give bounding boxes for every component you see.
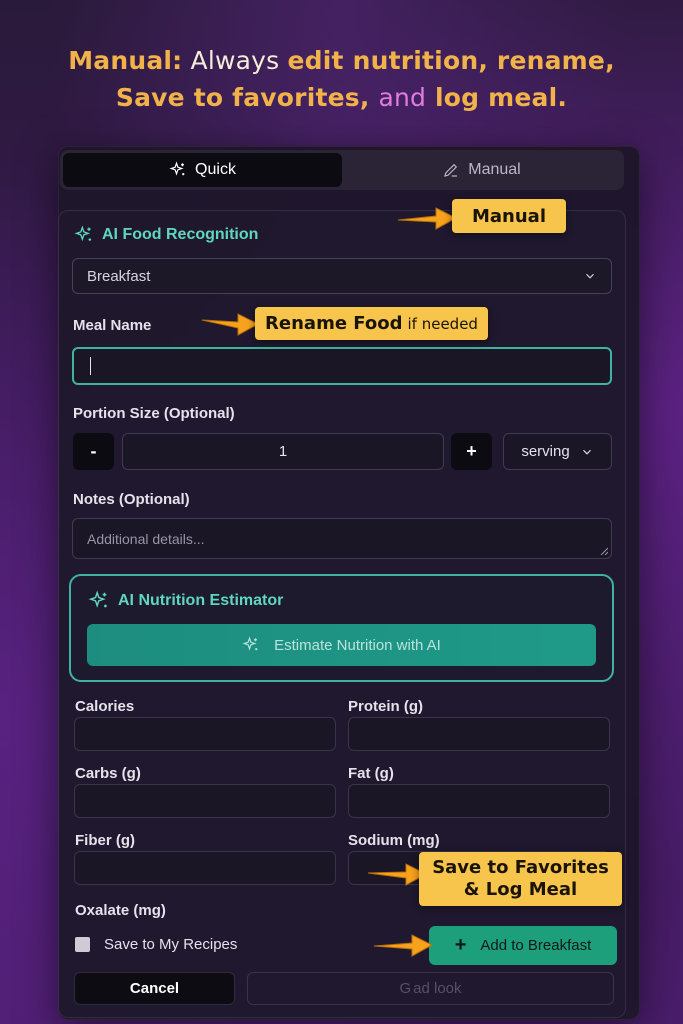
portion-increment-button[interactable]: +	[451, 433, 492, 470]
meal-name-input[interactable]	[72, 347, 612, 385]
headline-and: and	[378, 83, 427, 112]
headline-save: Save to favorites,	[115, 83, 379, 112]
sparkle-icon	[242, 636, 258, 651]
disabled-action-button[interactable]: G ad look	[247, 972, 614, 1005]
tab-manual-label: Manual	[468, 161, 521, 178]
callout-save-line-1: Save to Favorites	[432, 857, 609, 878]
headline-line-2: Save to favorites, and log meal.	[0, 79, 683, 116]
callout-save-log: Save to Favorites & Log Meal	[419, 852, 622, 906]
sparkle-icon	[74, 225, 92, 242]
callout-manual: Manual	[452, 199, 566, 233]
headline-log: log meal.	[426, 83, 568, 112]
portion-decrement-button[interactable]: -	[73, 433, 114, 470]
callout-save-line-2: & Log Meal	[463, 879, 578, 900]
portion-input[interactable]: 1	[122, 433, 444, 470]
carbs-input[interactable]	[74, 784, 336, 818]
fiber-input[interactable]	[74, 851, 336, 885]
portion-unit-select[interactable]: serving	[503, 433, 612, 470]
add-to-breakfast-label: Add to Breakfast	[480, 937, 592, 954]
headline-line-1: Manual: Always edit nutrition, rename,	[0, 42, 683, 79]
tab-quick[interactable]: Quick	[63, 153, 342, 187]
callout-arrow-icon	[373, 934, 434, 957]
meal-name-label: Meal Name	[73, 317, 152, 334]
disabled-action-label: ad look	[413, 980, 462, 997]
protein-label: Protein (g)	[348, 698, 423, 715]
calories-input[interactable]	[74, 717, 336, 751]
headline-manual: Manual:	[68, 46, 183, 75]
headline-edit: edit nutrition, rename,	[287, 46, 615, 75]
fiber-label: Fiber (g)	[75, 832, 135, 849]
save-recipes-checkbox[interactable]	[75, 937, 90, 952]
cancel-button[interactable]: Cancel	[74, 972, 235, 1005]
text-caret	[90, 357, 91, 375]
notes-label: Notes (Optional)	[73, 491, 190, 508]
portion-unit-value: serving	[521, 443, 570, 460]
chevron-down-icon	[586, 273, 594, 279]
google-g-icon: G	[399, 980, 412, 997]
headline: Manual: Always edit nutrition, rename, S…	[0, 42, 683, 116]
add-to-breakfast-button[interactable]: + Add to Breakfast	[429, 926, 617, 965]
tab-manual[interactable]: Manual	[342, 153, 621, 187]
sparkle-icon	[169, 161, 185, 176]
notes-placeholder: Additional details...	[87, 531, 205, 547]
oxalate-label: Oxalate (mg)	[75, 902, 166, 919]
meal-type-select[interactable]: Breakfast	[72, 258, 612, 294]
fat-input[interactable]	[348, 784, 610, 818]
callout-manual-text: Manual	[471, 205, 546, 227]
protein-input[interactable]	[348, 717, 610, 751]
callout-rename-small: if needed	[407, 314, 478, 333]
callout-arrow-icon	[201, 313, 260, 336]
estimate-nutrition-label: Estimate Nutrition with AI	[274, 636, 441, 654]
portion-label: Portion Size (Optional)	[73, 405, 235, 422]
estimate-nutrition-button[interactable]: Estimate Nutrition with AI	[87, 624, 596, 666]
estimator-title: AI Nutrition Estimator	[88, 590, 283, 612]
ai-food-recognition-label: AI Food Recognition	[102, 226, 259, 243]
headline-always: Always	[182, 46, 288, 75]
chevron-down-icon	[582, 449, 591, 455]
notes-textarea[interactable]: Additional details...	[72, 518, 612, 559]
mode-tabs: Quick Manual	[60, 150, 624, 190]
fat-label: Fat (g)	[348, 765, 394, 782]
callout-arrow-icon	[397, 207, 458, 230]
sodium-label: Sodium (mg)	[348, 832, 440, 849]
pencil-icon	[444, 163, 458, 177]
callout-rename-text: Rename Food	[265, 313, 403, 334]
save-recipes-label[interactable]: Save to My Recipes	[104, 936, 237, 953]
meal-type-value: Breakfast	[87, 267, 151, 285]
carbs-label: Carbs (g)	[75, 765, 141, 782]
resize-handle-icon[interactable]	[600, 547, 608, 555]
tab-quick-label: Quick	[195, 161, 236, 178]
calories-label: Calories	[75, 698, 135, 715]
plus-icon: +	[454, 934, 467, 956]
callout-rename: Rename Food if needed	[255, 307, 488, 340]
estimator-title-label: AI Nutrition Estimator	[118, 592, 284, 609]
ai-food-recognition[interactable]: AI Food Recognition	[74, 225, 258, 245]
sparkle-icon	[88, 590, 107, 608]
